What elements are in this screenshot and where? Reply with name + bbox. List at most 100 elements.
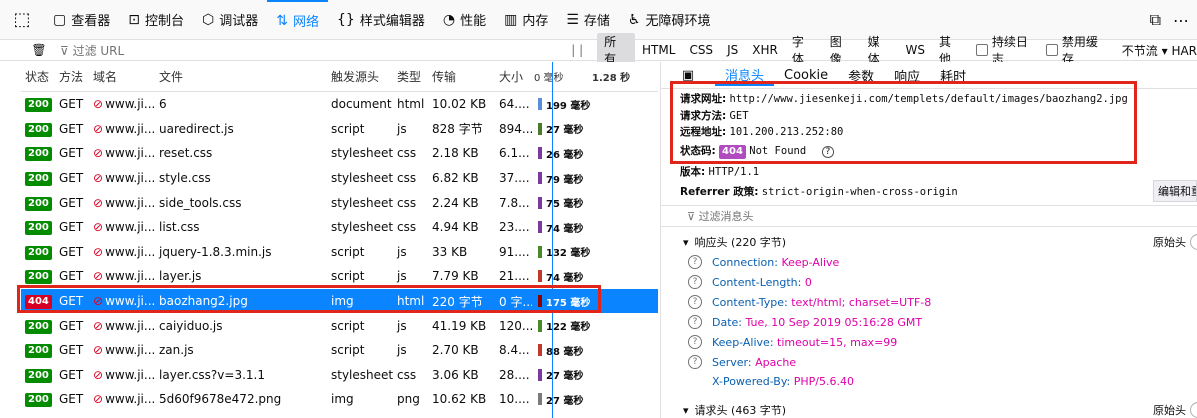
col-cause[interactable]: 触发源头 bbox=[331, 68, 397, 85]
method-cell: GET bbox=[59, 97, 84, 112]
clear-trash-icon[interactable]: 🗑 bbox=[28, 43, 50, 57]
pause-icon[interactable]: | | bbox=[571, 43, 583, 57]
col-type[interactable]: 类型 bbox=[397, 68, 432, 85]
response-header-row[interactable]: ? Content-Length: 0 bbox=[688, 275, 812, 289]
table-row[interactable]: 200 GET ⊘ www.ji... layer.css?v=3.1.1 stylesh… bbox=[21, 363, 658, 388]
har-menu[interactable]: HAR bbox=[1171, 44, 1197, 58]
col-domain[interactable]: 域名 bbox=[93, 68, 159, 85]
tab-1[interactable]: ⊡ 控制台 bbox=[119, 0, 193, 40]
tab-3[interactable]: ⇅ 网络 bbox=[267, 0, 328, 40]
dock-icon[interactable]: ⧉ bbox=[1150, 10, 1161, 30]
help-icon[interactable]: ? bbox=[688, 335, 702, 349]
help-icon[interactable]: ? bbox=[688, 255, 702, 269]
cause-cell: stylesheet bbox=[331, 195, 394, 210]
tab-5[interactable]: ◔ 性能 bbox=[434, 0, 495, 40]
table-row[interactable]: 200 GET ⊘ www.ji... caiyiduo.js script js 41.19… bbox=[21, 313, 658, 338]
cause-cell: script bbox=[331, 244, 365, 259]
size-cell: 28.... bbox=[499, 367, 530, 382]
header-value: Keep-Alive bbox=[781, 255, 840, 269]
response-headers-section[interactable]: ▾ 响应头 (220 字节) 原始头 bbox=[661, 231, 1197, 253]
element-picker-icon[interactable]: ⬚ bbox=[0, 0, 44, 40]
waterfall-timeline-marker bbox=[552, 62, 553, 418]
expand-arrow-icon: ▾ bbox=[683, 403, 689, 417]
annotation-highlight-summary bbox=[670, 81, 1137, 164]
filter-headers-input[interactable]: ⊽ 过滤消息头 bbox=[661, 205, 1197, 227]
raw-headers-toggle[interactable] bbox=[1190, 234, 1197, 250]
response-header-row[interactable]: X-Powered-By: PHP/5.6.40 bbox=[688, 375, 854, 388]
transferred-cell: 828 字节 bbox=[432, 122, 483, 137]
status-cell: 200 bbox=[21, 195, 59, 211]
waterfall-bar bbox=[538, 172, 542, 185]
tab-6[interactable]: ▥ 内存 bbox=[495, 0, 557, 40]
tab-label: 内存 bbox=[522, 14, 549, 29]
col-size[interactable]: 大小 bbox=[499, 68, 532, 85]
col-file[interactable]: 文件 bbox=[159, 68, 331, 85]
response-header-row[interactable]: ? Server: Apache bbox=[688, 355, 796, 369]
table-row[interactable]: 200 GET ⊘ www.ji... jquery-1.8.3.min.js scrip… bbox=[21, 240, 658, 265]
filter-url-input[interactable]: ⊽ 过滤 URL bbox=[60, 42, 559, 59]
col-transferred[interactable]: 传输 bbox=[432, 68, 499, 85]
status-badge: 200 bbox=[25, 122, 52, 137]
type-cell: js bbox=[397, 318, 407, 333]
header-value: timeout=15, max=99 bbox=[777, 335, 898, 349]
tab-4[interactable]: {} 样式编辑器 bbox=[328, 0, 434, 40]
col-waterfall[interactable]: 0 毫秒 1.28 秒 bbox=[532, 62, 658, 91]
tab-icon: ⇅ bbox=[276, 12, 288, 29]
type-filter-3[interactable]: JS bbox=[720, 43, 745, 57]
table-row[interactable]: 200 GET ⊘ www.ji... reset.css stylesheet css 2.… bbox=[21, 141, 658, 166]
throttle-select[interactable]: 不节流 ▾ HAR bbox=[1122, 42, 1197, 59]
type-filter-4[interactable]: XHR bbox=[745, 43, 785, 57]
tab-2[interactable]: ⬡ 调试器 bbox=[193, 0, 267, 40]
transferred-cell: 7.79 KB bbox=[432, 269, 479, 284]
type-cell: css bbox=[397, 367, 417, 382]
file-cell: reset.css bbox=[159, 146, 213, 161]
size-cell: 91.... bbox=[499, 244, 530, 259]
status-cell: 200 bbox=[21, 244, 59, 260]
transferred-cell: 10.62 KB bbox=[432, 392, 487, 407]
help-icon[interactable]: ? bbox=[688, 315, 702, 329]
table-row[interactable]: 200 GET ⊘ www.ji... zan.js script js 2.70 KB 8.4… bbox=[21, 338, 658, 363]
waterfall-bar bbox=[538, 221, 542, 234]
status-cell: 200 bbox=[21, 318, 59, 334]
type-filter-1[interactable]: HTML bbox=[635, 43, 682, 57]
domain-text: www.ji... bbox=[105, 195, 156, 210]
toolbar-right: ⧉ ⋯ bbox=[1150, 0, 1197, 40]
type-filter-2[interactable]: CSS bbox=[682, 43, 720, 57]
request-headers-section[interactable]: ▾ 请求头 (463 字节) 原始头 bbox=[661, 399, 1197, 418]
table-row[interactable]: 200 GET ⊘ www.ji... style.css stylesheet css 6.… bbox=[21, 166, 658, 191]
response-header-row[interactable]: ? Content-Type: text/html; charset=UTF-8 bbox=[688, 295, 931, 309]
response-header-row[interactable]: ? Connection: Keep-Alive bbox=[688, 255, 839, 269]
status-cell: 200 bbox=[21, 367, 59, 383]
insecure-lock-icon: ⊘ bbox=[93, 171, 104, 186]
header-key: Content-Length: bbox=[712, 275, 802, 289]
tab-label: 查看器 bbox=[71, 14, 111, 29]
size-cell: 7.8... bbox=[499, 195, 530, 210]
table-row[interactable]: 200GET⊘www.ji... bbox=[21, 412, 658, 418]
waterfall-bar bbox=[538, 368, 542, 381]
table-row[interactable]: 200 GET ⊘ www.ji... uaredirect.js script js 828… bbox=[21, 117, 658, 142]
status-badge: 200 bbox=[25, 245, 52, 260]
help-icon[interactable]: ? bbox=[688, 355, 702, 369]
transferred-cell: 10.02 KB bbox=[432, 97, 487, 112]
type-filter-8[interactable]: WS bbox=[899, 43, 932, 57]
edit-resend-button[interactable]: 编辑和重发 bbox=[1153, 180, 1197, 202]
response-header-row[interactable]: ? Keep-Alive: timeout=15, max=99 bbox=[688, 335, 897, 349]
transferred-cell: 6.82 KB bbox=[432, 171, 479, 186]
col-status[interactable]: 状态 bbox=[21, 68, 59, 85]
response-header-row[interactable]: ? Date: Tue, 10 Sep 2019 05:16:28 GMT bbox=[688, 315, 922, 329]
domain-cell: ⊘www.ji... bbox=[93, 220, 159, 234]
raw-headers-toggle[interactable] bbox=[1190, 402, 1197, 418]
tab-0[interactable]: ▢ 查看器 bbox=[44, 0, 119, 40]
help-icon[interactable]: ? bbox=[688, 295, 702, 309]
table-row[interactable]: 200 GET ⊘ www.ji... 6 document html 10.02 KB 64.… bbox=[21, 92, 658, 117]
waterfall-bar bbox=[538, 98, 542, 111]
table-row[interactable]: 200 GET ⊘ www.ji... list.css stylesheet css 4.9… bbox=[21, 215, 658, 240]
more-options-icon[interactable]: ⋯ bbox=[1173, 11, 1189, 30]
help-icon[interactable]: ? bbox=[688, 275, 702, 289]
table-row[interactable]: 200 GET ⊘ www.ji... 5d60f9678e472.png img png 1… bbox=[21, 387, 658, 412]
waterfall-cell: 74 毫秒 bbox=[532, 215, 658, 240]
col-method[interactable]: 方法 bbox=[59, 68, 93, 85]
table-row[interactable]: 200 GET ⊘ www.ji... side_tools.css stylesheet… bbox=[21, 190, 658, 215]
method-cell: GET bbox=[59, 195, 84, 210]
insecure-lock-icon: ⊘ bbox=[93, 97, 104, 112]
